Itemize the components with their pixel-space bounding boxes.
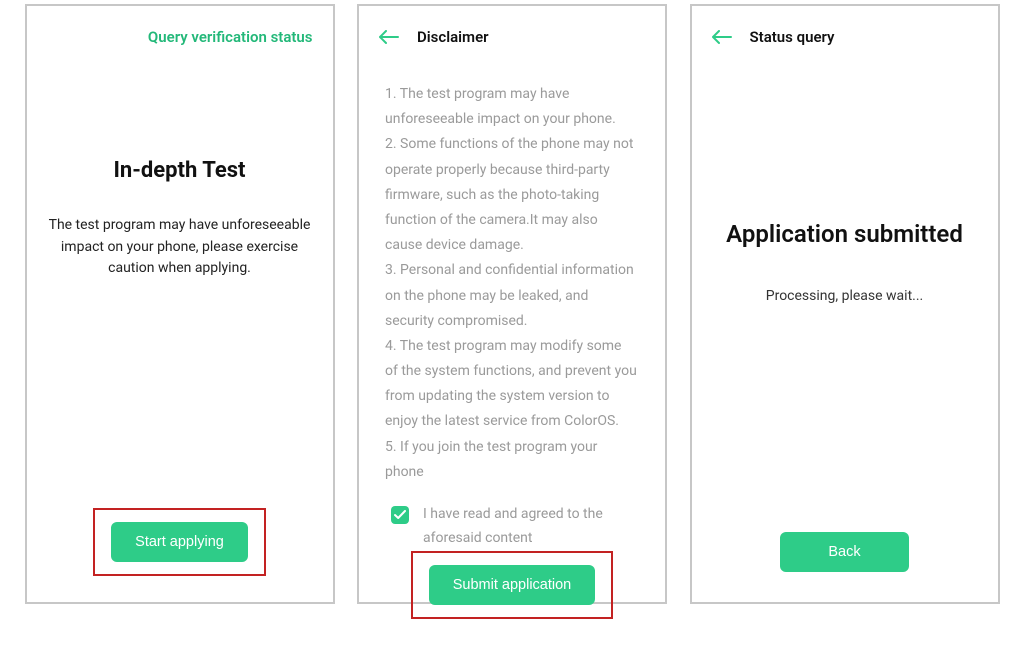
agreement-text: I have read and agreed to the aforesaid … [423, 503, 637, 551]
status-text: Processing, please wait... [710, 288, 980, 304]
call-to-action-highlight: Start applying [93, 508, 266, 576]
page-title: Application submitted [710, 220, 980, 248]
topbar: Disclaimer [359, 6, 665, 60]
disclaimer-body: 1. The test program may have unforeseeab… [377, 60, 647, 551]
call-to-action-highlight: Submit application [411, 551, 614, 619]
page-description: The test program may have unforeseeable … [45, 215, 315, 280]
start-applying-button[interactable]: Start applying [111, 522, 248, 562]
back-arrow-icon[interactable] [379, 30, 399, 44]
screen-indepth-test: Query verification status In-depth Test … [25, 4, 335, 604]
screen-disclaimer: Disclaimer 1. The test program may have … [357, 4, 667, 604]
submit-application-button[interactable]: Submit application [429, 565, 596, 605]
footer-button-row: Submit application [359, 551, 665, 645]
content-area: Application submitted Processing, please… [692, 60, 998, 532]
screen-status-query: Status query Application submitted Proce… [690, 4, 1000, 604]
topbar-title: Disclaimer [417, 28, 489, 46]
back-arrow-icon[interactable] [712, 30, 732, 44]
query-verification-link[interactable]: Query verification status [148, 28, 313, 46]
content-area: 1. The test program may have unforeseeab… [359, 60, 665, 551]
footer-button-row: Start applying [27, 508, 333, 602]
agreement-row: I have read and agreed to the aforesaid … [385, 503, 637, 551]
topbar-title: Status query [750, 28, 835, 46]
back-button[interactable]: Back [780, 532, 908, 572]
agreement-checkbox[interactable] [391, 506, 409, 524]
content-area: In-depth Test The test program may have … [27, 60, 333, 508]
topbar: Status query [692, 6, 998, 60]
page-title: In-depth Test [113, 158, 245, 183]
topbar: Query verification status [27, 6, 333, 60]
footer-button-row: Back [692, 532, 998, 602]
disclaimer-text: 1. The test program may have unforeseeab… [385, 82, 637, 485]
